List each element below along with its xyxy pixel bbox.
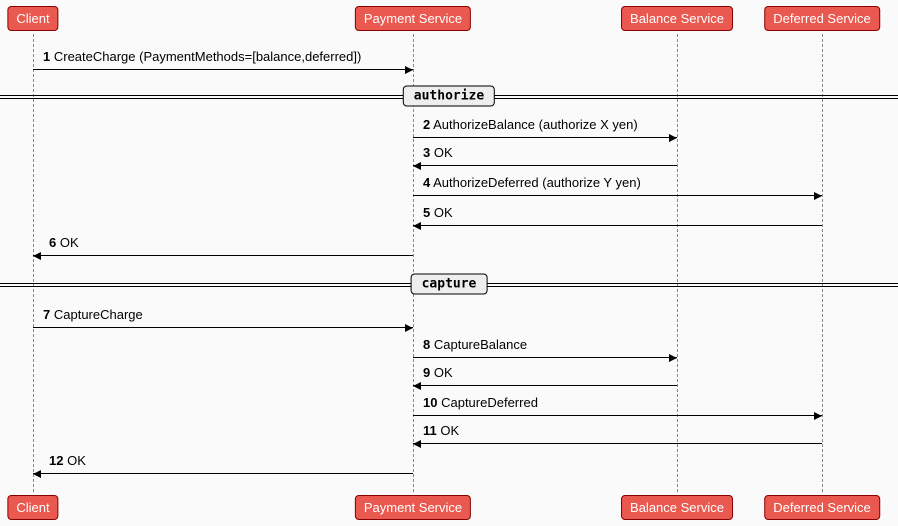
participant-client-bottom: Client [7, 495, 58, 520]
message-2: 2 AuthorizeBalance (authorize X yen) [413, 118, 677, 138]
message-5: 5 OK [413, 206, 822, 226]
message-9-number: 9 [423, 365, 430, 380]
divider-authorize-label: authorize [403, 86, 495, 107]
message-7-text: CaptureCharge [54, 307, 143, 322]
participant-deferred-top: Deferred Service [764, 6, 880, 31]
message-8-text: CaptureBalance [434, 337, 527, 352]
message-7: 7 CaptureCharge [33, 308, 413, 328]
message-6: 6 OK [33, 236, 413, 256]
participant-client-top: Client [7, 6, 58, 31]
message-11-number: 11 [423, 423, 437, 438]
message-9: 9 OK [413, 366, 677, 386]
message-1-text: CreateCharge (PaymentMethods=[balance,de… [54, 49, 361, 64]
message-11-text: OK [440, 423, 459, 438]
message-10-text: CaptureDeferred [441, 395, 538, 410]
message-4-text: AuthorizeDeferred (authorize Y yen) [433, 175, 641, 190]
message-8: 8 CaptureBalance [413, 338, 677, 358]
message-3: 3 OK [413, 146, 677, 166]
message-1: 1 CreateCharge (PaymentMethods=[balance,… [33, 50, 413, 70]
participant-balance-top: Balance Service [621, 6, 733, 31]
lifeline-client [33, 34, 34, 492]
message-4-number: 4 [423, 175, 430, 190]
message-1-number: 1 [43, 49, 50, 64]
message-3-text: OK [434, 145, 453, 160]
message-7-number: 7 [43, 307, 50, 322]
divider-capture-label: capture [411, 274, 488, 295]
message-5-text: OK [434, 205, 453, 220]
message-12-text: OK [67, 453, 86, 468]
message-4: 4 AuthorizeDeferred (authorize Y yen) [413, 176, 822, 196]
message-6-text: OK [60, 235, 79, 250]
message-12: 12 OK [33, 454, 413, 474]
message-12-number: 12 [49, 453, 63, 468]
message-2-number: 2 [423, 117, 430, 132]
message-8-number: 8 [423, 337, 430, 352]
message-5-number: 5 [423, 205, 430, 220]
sequence-diagram: Client Payment Service Balance Service D… [0, 0, 898, 526]
participant-balance-bottom: Balance Service [621, 495, 733, 520]
message-3-number: 3 [423, 145, 430, 160]
lifeline-deferred [822, 34, 823, 492]
message-10: 10 CaptureDeferred [413, 396, 822, 416]
participant-payment-top: Payment Service [355, 6, 471, 31]
message-2-text: AuthorizeBalance (authorize X yen) [433, 117, 638, 132]
message-9-text: OK [434, 365, 453, 380]
message-10-number: 10 [423, 395, 437, 410]
message-11: 11 OK [413, 424, 822, 444]
participant-payment-bottom: Payment Service [355, 495, 471, 520]
participant-deferred-bottom: Deferred Service [764, 495, 880, 520]
message-6-number: 6 [49, 235, 56, 250]
